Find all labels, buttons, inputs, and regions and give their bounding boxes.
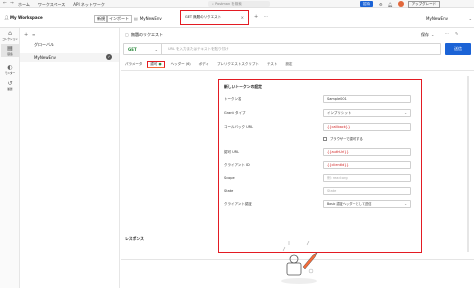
environment-icon: ▤	[7, 45, 13, 52]
auth-url-input[interactable]: {{authUrl}}	[323, 148, 411, 156]
environment-selector[interactable]: MyNewEnv ⌄	[426, 14, 472, 22]
scope-input[interactable]: 例: read:org	[323, 174, 411, 182]
chevron-down-icon: ⌄	[154, 46, 158, 52]
request-tabs: パラメータ 認可 ● ヘッダー (6) ボディ プレリクエストスクリプト テスト…	[125, 60, 300, 68]
chevron-down-icon: ⌄	[468, 15, 472, 21]
auth-url-label: 認可 URL	[224, 150, 240, 154]
state-input[interactable]: State	[323, 187, 411, 195]
chevron-down-icon: ⌄	[404, 202, 407, 206]
sidebar-icon-bar: ⌂ コレクション ▤ 環境 ◐ モニター ↺ 履歴	[0, 28, 20, 288]
chevron-down-icon: ⌄	[404, 111, 407, 115]
grant-type-select[interactable]: インプリシット ⌄	[323, 109, 411, 117]
environment-list-panel: + ≡ グローバル MyNewEnv ✓	[20, 28, 120, 288]
token-config-panel: 新しいトークンの設定 トークン名 Sample001 Grant タイプ インプ…	[218, 79, 422, 253]
nav-home[interactable]: ホーム	[18, 2, 30, 8]
upgrade-button[interactable]: アップグレード	[407, 0, 441, 8]
list-item-mynewenv[interactable]: MyNewEnv ✓	[20, 53, 119, 62]
avatar[interactable]	[397, 1, 404, 7]
browser-auth-checkbox[interactable]	[323, 136, 327, 141]
method-select[interactable]: GET ⌄	[124, 44, 162, 54]
save-button[interactable]: 保存 ⌄	[421, 31, 434, 38]
http-icon: ▢	[125, 32, 129, 37]
client-id-input[interactable]: {{clientId}}	[323, 161, 411, 169]
add-tab-icon[interactable]: +	[254, 14, 258, 20]
list-item-globals[interactable]: グローバル	[34, 42, 54, 48]
monitor-icon: ◐	[7, 64, 13, 71]
url-input[interactable]: URL を入力またはテキストを貼り付け	[162, 47, 228, 52]
bell-icon[interactable]: 🔔︎	[388, 2, 393, 7]
request-title[interactable]: 無題のリクエスト	[131, 32, 163, 38]
back-arrow-icon[interactable]: ←	[3, 1, 7, 6]
tab-headers[interactable]: ヘッダー (6)	[171, 62, 191, 67]
sidebar-item-collections[interactable]: ⌂ コレクション	[0, 30, 20, 41]
client-auth-select[interactable]: Basic 認証ヘッダーとして送信 ⌄	[323, 200, 411, 208]
invite-button[interactable]: 招待	[360, 1, 373, 7]
callback-url-input[interactable]: {{callback}}	[323, 123, 411, 131]
forward-arrow-icon[interactable]: →	[10, 1, 14, 6]
rocket-illustration-icon	[281, 241, 318, 284]
callback-url-label: コールバック URL	[224, 125, 254, 129]
import-button[interactable]: インポート	[106, 15, 132, 23]
sidebar-item-monitors[interactable]: ◐ モニター	[0, 64, 20, 75]
tab-body[interactable]: ボディ	[199, 62, 209, 67]
browser-auth-checkbox-row[interactable]: ブラウザーで認可する	[323, 136, 363, 141]
tab-pre-request-script[interactable]: プレリクエストスクリプト	[217, 62, 259, 67]
tab-tests[interactable]: テスト	[267, 62, 278, 67]
tab-params[interactable]: パラメータ	[125, 62, 142, 67]
token-name-label: トークン名	[224, 97, 242, 101]
user-icon: 👤︎	[4, 15, 10, 20]
nav-workspaces[interactable]: ワークスペース	[38, 2, 65, 8]
more-options-icon[interactable]: ···	[445, 31, 449, 36]
send-button[interactable]: 送信	[445, 43, 471, 55]
check-icon: ✓	[106, 54, 112, 60]
request-tab-active[interactable]: GET 無題のリクエスト ×	[180, 10, 249, 25]
gear-icon[interactable]: ⚙	[379, 2, 383, 7]
client-id-label: クライアント ID	[224, 163, 250, 167]
status-dot-icon: ●	[158, 61, 162, 66]
nav-api-network[interactable]: API ネットワーク	[73, 2, 105, 8]
close-tab-icon[interactable]: ×	[241, 15, 244, 20]
client-auth-label: クライアント認証	[224, 202, 252, 206]
scrollbar[interactable]	[467, 76, 469, 252]
state-label: State	[224, 189, 234, 193]
top-bar: ← → ホーム ワークスペース API ネットワーク ⌕ Postman を検索…	[0, 0, 474, 8]
grant-type-label: Grant タイプ	[224, 111, 246, 115]
sidebar-item-environments[interactable]: ▤ 環境	[1, 44, 19, 57]
tab-authorization[interactable]: 認可 ●	[147, 60, 165, 68]
collection-icon: ⌂	[8, 30, 12, 37]
more-tabs-icon[interactable]: ···	[264, 14, 268, 19]
response-label: レスポンス	[125, 236, 144, 241]
token-form-heading: 新しいトークンの設定	[224, 84, 262, 89]
add-icon[interactable]: +	[24, 32, 28, 38]
workspace-bar: 👤︎ My Workspace 新規 インポート ▤ MyNewEnv GET …	[0, 8, 474, 28]
search-input[interactable]: ⌕ Postman を検索	[208, 1, 270, 7]
history-icon: ↺	[7, 80, 13, 87]
url-bar: GET ⌄ URL を入力またはテキストを貼り付け	[123, 43, 441, 55]
workspace-title[interactable]: My Workspace	[10, 15, 43, 20]
tab-settings[interactable]: 設定	[285, 62, 292, 67]
request-editor: ▢ 無題のリクエスト 保存 ⌄ ··· ✎ GET ⌄ URL を入力またはテキ…	[121, 28, 474, 288]
filter-icon[interactable]: ≡	[32, 32, 35, 37]
edit-icon[interactable]: ✎	[455, 31, 458, 36]
token-name-input[interactable]: Sample001	[323, 95, 411, 103]
divider	[121, 70, 474, 71]
request-tab-mynewenv[interactable]: ▤ MyNewEnv	[134, 14, 162, 23]
sidebar-item-history[interactable]: ↺ 履歴	[0, 80, 20, 91]
scope-label: Scope	[224, 176, 235, 180]
environment-icon: ▤	[134, 16, 138, 21]
chevron-down-icon: ⌄	[431, 32, 435, 37]
